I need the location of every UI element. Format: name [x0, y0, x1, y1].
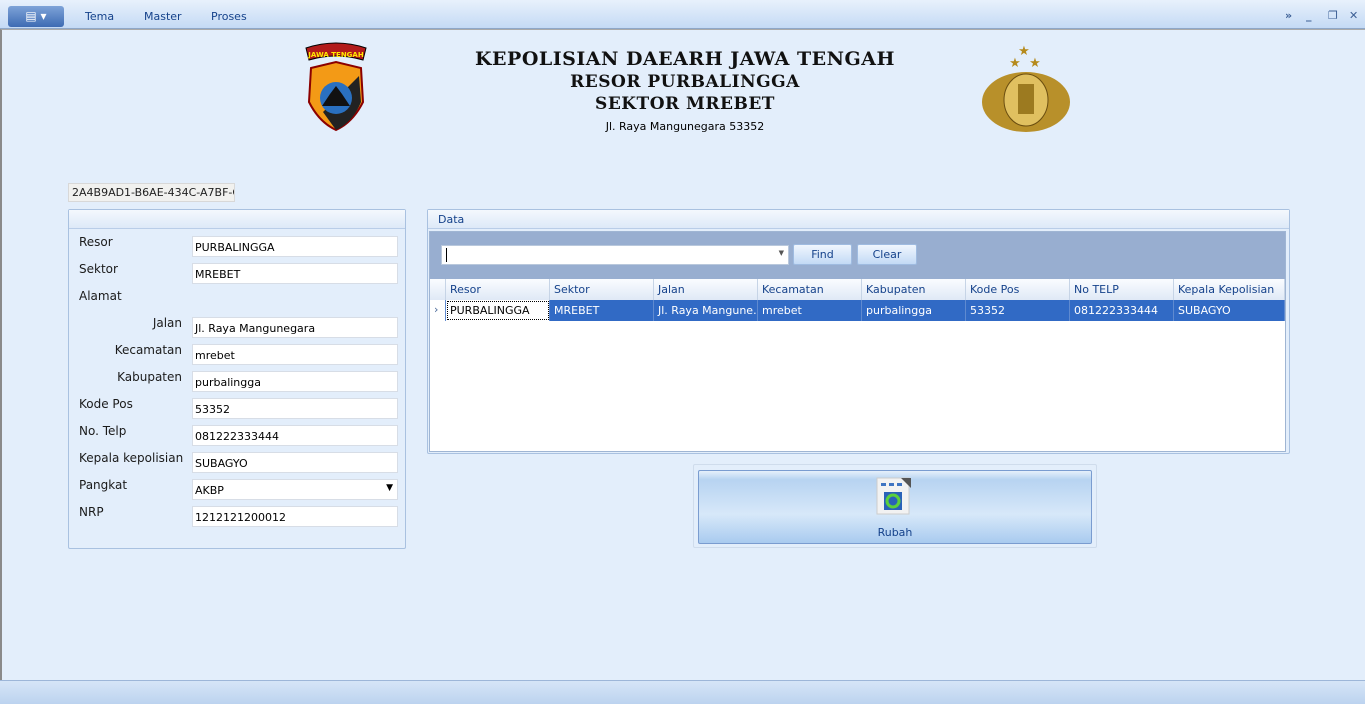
label-nrp: NRP — [79, 505, 104, 519]
table-cell[interactable]: Jl. Raya Mangune... — [654, 300, 758, 321]
column-header[interactable]: Sektor — [550, 279, 654, 300]
menu-master[interactable]: Master — [144, 10, 182, 23]
rubah-button[interactable]: Rubah — [698, 470, 1092, 544]
sektor-input[interactable]: MREBET — [192, 263, 398, 284]
header-address: Jl. Raya Mangunegara 53352 — [605, 120, 765, 133]
table-cell[interactable]: 081222333444 — [1070, 300, 1174, 321]
svg-text:JAWA TENGAH: JAWA TENGAH — [307, 51, 364, 59]
column-header[interactable]: No TELP — [1070, 279, 1174, 300]
menu-proses[interactable]: Proses — [211, 10, 247, 23]
pangkat-select[interactable]: AKBP ▼ — [192, 479, 398, 500]
kepala-input[interactable]: SUBAGYO — [192, 452, 398, 473]
search-input[interactable]: ▼ — [441, 245, 789, 265]
column-header[interactable]: Kabupaten — [862, 279, 966, 300]
table-cell[interactable]: SUBAGYO — [1174, 300, 1285, 321]
edit-table-icon — [876, 477, 911, 515]
find-button[interactable]: Find — [793, 244, 852, 265]
data-panel-title: Data — [428, 210, 1289, 229]
label-kodepos: Kode Pos — [79, 397, 133, 411]
table-row[interactable]: › PURBALINGGA MREBET Jl. Raya Mangune...… — [430, 300, 1285, 321]
column-header[interactable]: Jalan — [654, 279, 758, 300]
label-pangkat: Pangkat — [79, 478, 128, 492]
label-kabupaten: Kabupaten — [117, 370, 182, 384]
table-cell[interactable]: mrebet — [758, 300, 862, 321]
rubah-label: Rubah — [877, 526, 913, 539]
restore-button[interactable]: ❐ — [1328, 9, 1338, 22]
label-resor: Resor — [79, 235, 113, 249]
grid-header: Resor Sektor Jalan Kecamatan Kabupaten K… — [430, 279, 1285, 300]
column-header[interactable]: Kecamatan — [758, 279, 862, 300]
table-cell[interactable]: PURBALINGGA — [446, 300, 550, 321]
status-bar — [0, 680, 1365, 704]
collapse-ribbon-icon[interactable]: » — [1285, 9, 1292, 22]
label-sektor: Sektor — [79, 262, 118, 276]
close-button[interactable]: ✕ — [1349, 9, 1358, 22]
label-jalan: Jalan — [152, 316, 182, 330]
app-menu-button[interactable]: ▤ ▾ — [8, 6, 64, 27]
resor-input[interactable]: PURBALINGGA — [192, 236, 398, 257]
chevron-down-icon[interactable]: ▼ — [386, 483, 393, 493]
label-kecamatan: Kecamatan — [114, 343, 182, 357]
table-cell[interactable]: purbalingga — [862, 300, 966, 321]
header-resor: RESOR PURBALINGGA — [570, 72, 800, 92]
telp-input[interactable]: 081222333444 — [192, 425, 398, 446]
jalan-input[interactable]: Jl. Raya Mangunegara — [192, 317, 398, 338]
row-indicator-icon: › — [430, 300, 446, 321]
ribbon-bar: ▤ ▾ Tema Master Proses » _ ❐ ✕ — [0, 0, 1365, 29]
kecamatan-input[interactable]: mrebet — [192, 344, 398, 365]
label-kepala: Kepala kepolisian — [79, 451, 184, 465]
column-header[interactable]: Kepala Kepolisian — [1174, 279, 1285, 300]
column-header[interactable]: Resor — [446, 279, 550, 300]
table-cell[interactable]: 53352 — [966, 300, 1070, 321]
form-panel-header — [69, 210, 405, 229]
nrp-input[interactable]: 1212121200012 — [192, 506, 398, 527]
svg-text:★: ★ — [1029, 56, 1041, 71]
header-sektor: SEKTOR MREBET — [595, 94, 775, 114]
svg-text:★: ★ — [1009, 56, 1021, 71]
menu-tema[interactable]: Tema — [85, 10, 114, 23]
clear-button[interactable]: Clear — [857, 244, 917, 265]
header-title: KEPOLISIAN DAEARH JAWA TENGAH — [475, 48, 895, 70]
pangkat-value: AKBP — [195, 484, 224, 497]
table-cell[interactable]: MREBET — [550, 300, 654, 321]
kabupaten-input[interactable]: purbalingga — [192, 371, 398, 392]
label-alamat: Alamat — [79, 289, 122, 303]
label-telp: No. Telp — [79, 424, 127, 438]
polri-emblem: ★ ★ ★ — [982, 44, 1070, 132]
column-header[interactable]: Kode Pos — [966, 279, 1070, 300]
minimize-button[interactable]: _ — [1306, 9, 1312, 22]
kodepos-input[interactable]: 53352 — [192, 398, 398, 419]
record-id-field[interactable]: 2A4B9AD1-B6AE-434C-A7BF-CF5 — [68, 183, 235, 202]
dropdown-arrow-icon[interactable]: ▼ — [779, 249, 784, 257]
jawa-tengah-logo: JAWA TENGAH — [305, 42, 367, 132]
